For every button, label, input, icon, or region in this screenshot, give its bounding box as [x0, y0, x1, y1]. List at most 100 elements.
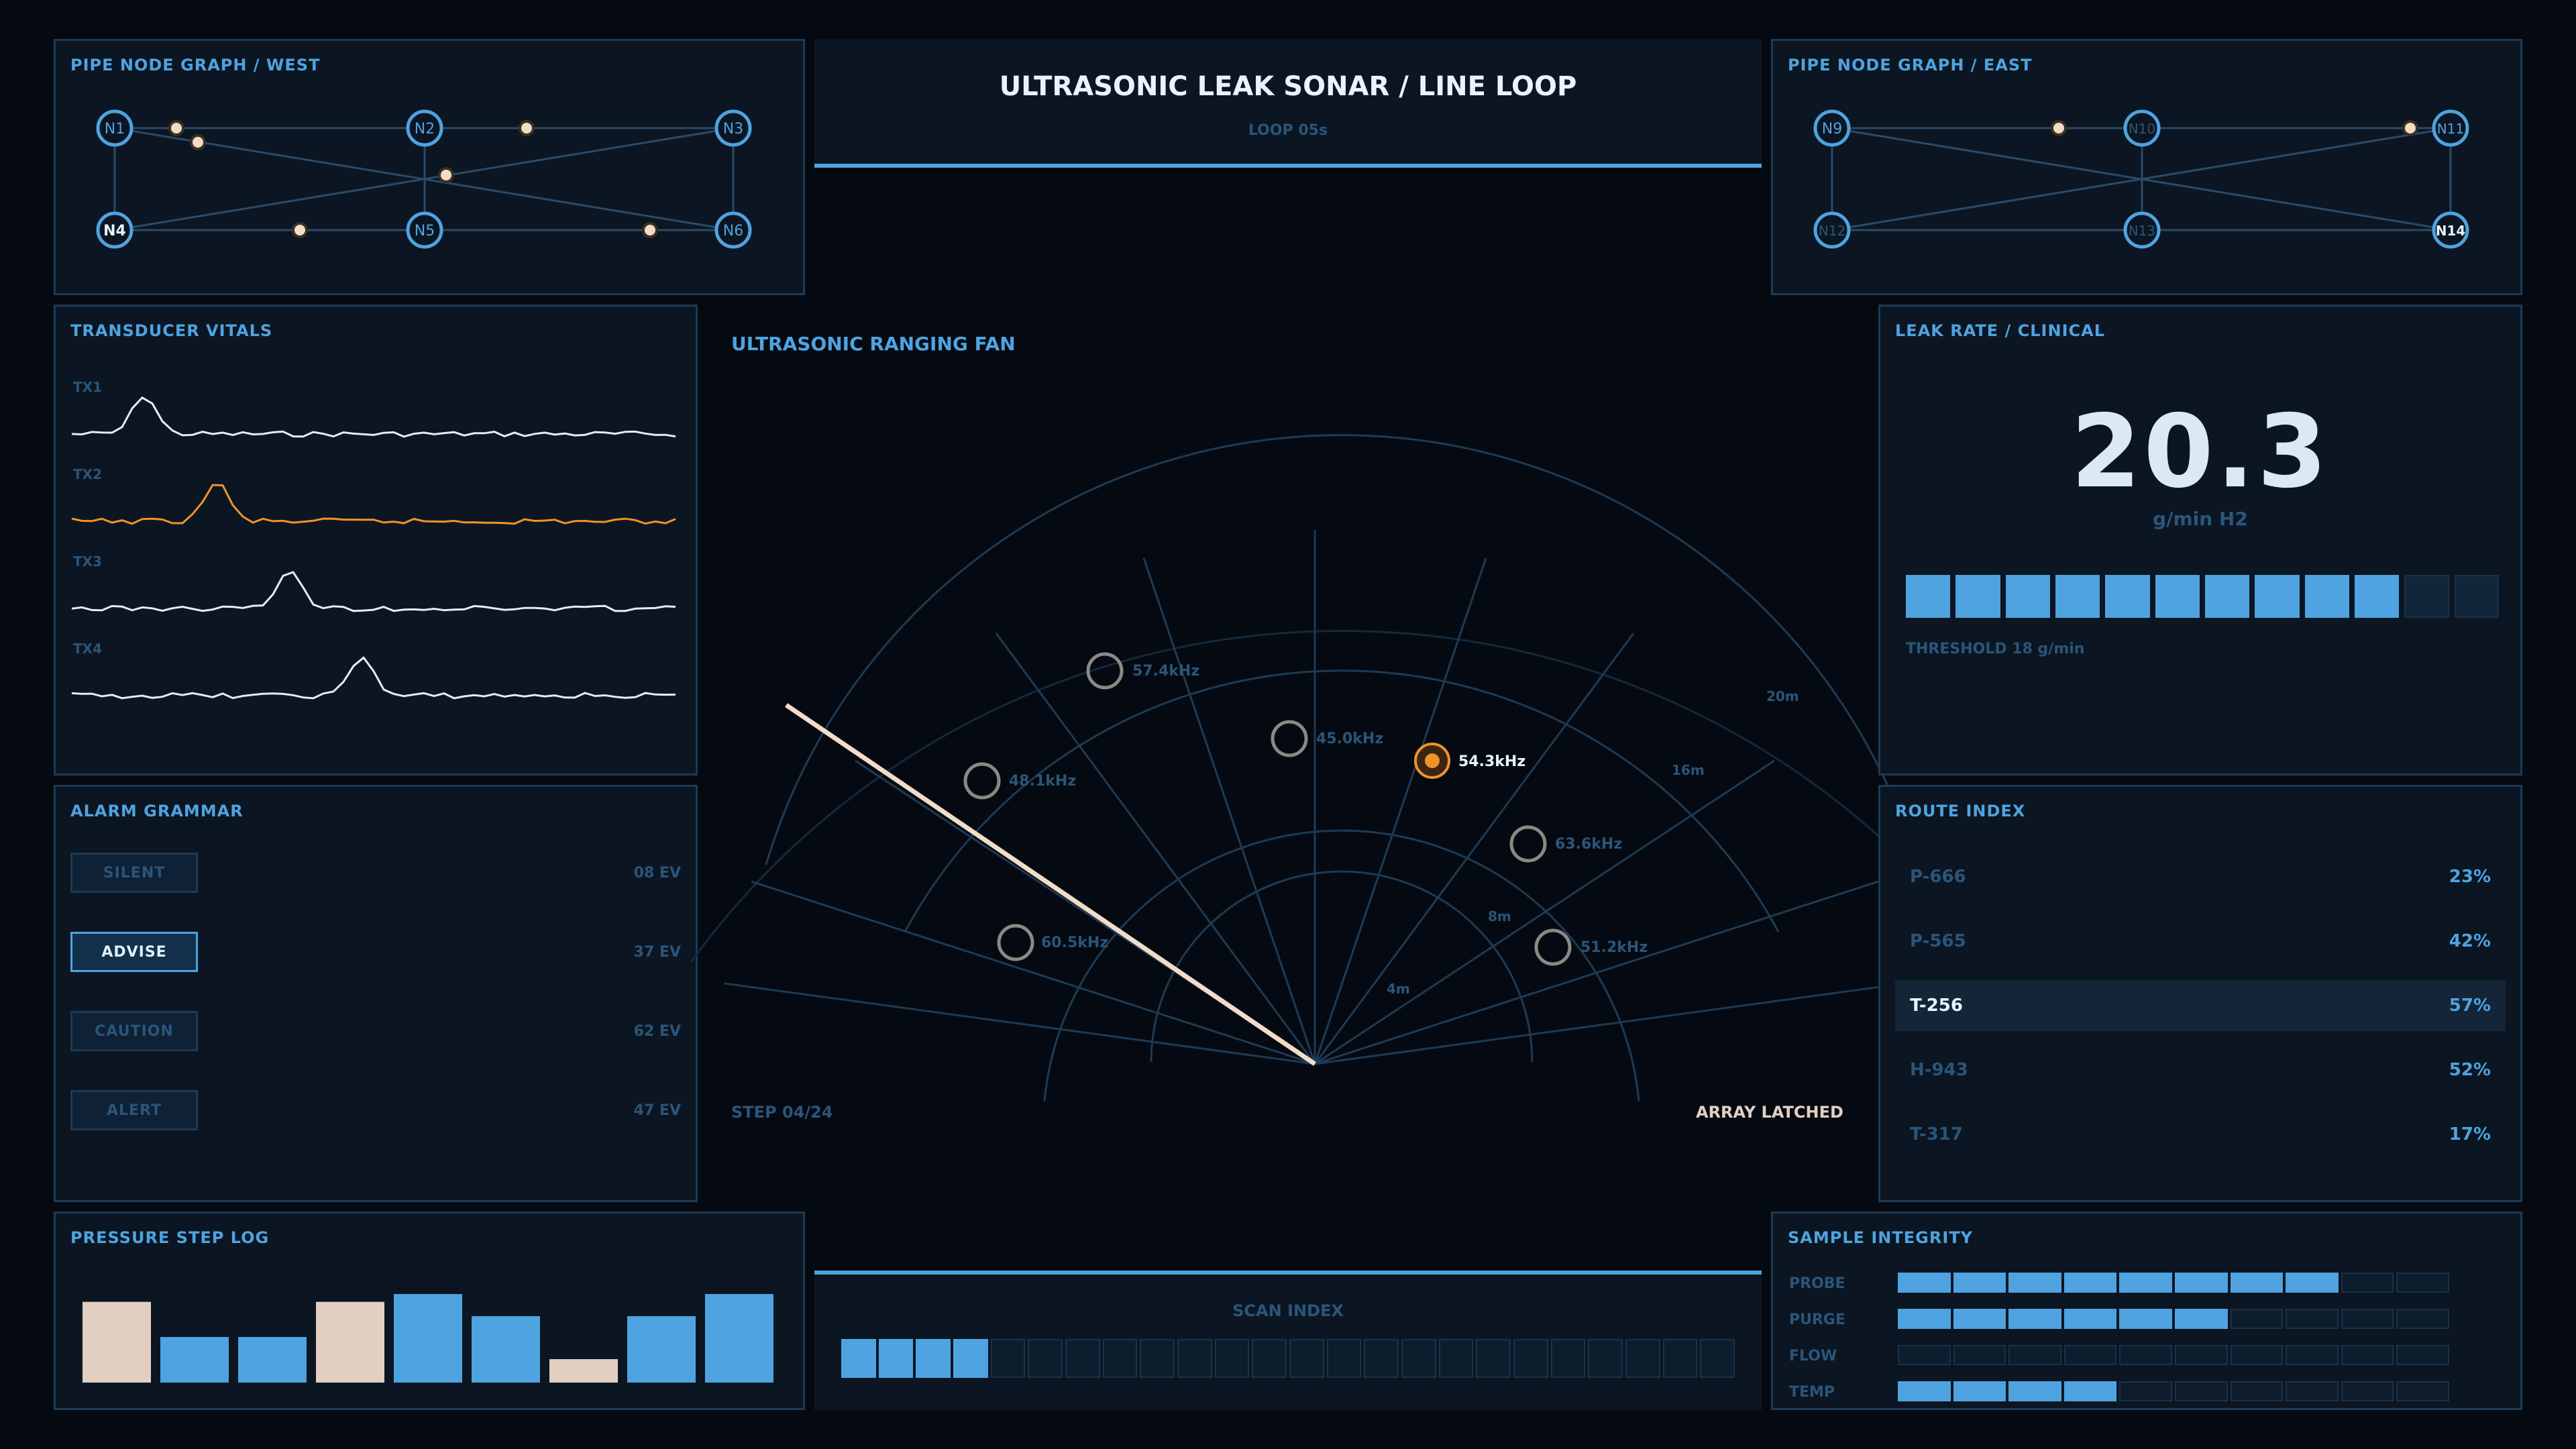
pressure-bar — [160, 1337, 229, 1383]
node-label: N9 — [1822, 121, 1842, 138]
leak-rate-value: 20.3 — [2070, 394, 2330, 511]
leak-level-segment — [1955, 575, 2000, 618]
pressure-bar — [549, 1359, 618, 1383]
node-label: N14 — [2436, 223, 2466, 239]
node-label: N11 — [2437, 121, 2464, 137]
integrity-label-probe: PROBE — [1789, 1275, 1845, 1292]
scan-segment — [1065, 1339, 1100, 1378]
range-4m: 4m — [1387, 981, 1410, 997]
scan-segment — [1700, 1339, 1735, 1378]
scan-segment — [841, 1339, 876, 1378]
leak-level-segment — [2404, 575, 2449, 618]
node-n6[interactable]: N6 — [714, 211, 752, 249]
alarm-alert-button[interactable]: ALERT — [70, 1090, 198, 1130]
pipe-graph-west: N1 N2 N3 N4 N5 N6 — [96, 109, 752, 249]
svg-text:63.6kHz: 63.6kHz — [1555, 836, 1622, 853]
integrity-segment-probe — [2230, 1273, 2284, 1293]
node-n2[interactable]: N2 — [406, 109, 443, 147]
scan-segment — [1252, 1339, 1287, 1378]
integrity-bars — [1898, 1273, 2449, 1407]
integrity-segment-purge — [2063, 1309, 2117, 1329]
node-n12[interactable]: N12 — [1813, 211, 1851, 249]
node-n4[interactable]: N4 — [96, 211, 133, 249]
route-pct: 17% — [2449, 1124, 2491, 1144]
alarm-caution-button[interactable]: CAUTION — [70, 1011, 198, 1051]
node-n3[interactable]: N3 — [714, 109, 752, 147]
svg-text:45.0kHz: 45.0kHz — [1316, 731, 1383, 747]
scan-segment — [1326, 1339, 1362, 1378]
integrity-segment-flow — [2286, 1345, 2339, 1365]
node-n13[interactable]: N13 — [2123, 211, 2161, 249]
svg-text:54.3kHz: 54.3kHz — [1458, 753, 1525, 770]
integrity-segment-temp — [2008, 1381, 2061, 1401]
route-row-p-565[interactable]: P-565 42% — [1895, 916, 2506, 967]
scan-index-bar — [841, 1339, 1735, 1378]
integrity-segment-flow — [2119, 1345, 2172, 1365]
alarm-silent-button[interactable]: SILENT — [70, 853, 198, 893]
integrity-label-purge: PURGE — [1789, 1311, 1846, 1328]
contact-45-0[interactable]: 45.0kHz — [1271, 720, 1383, 757]
scan-segment — [1662, 1339, 1698, 1378]
svg-text:60.5kHz: 60.5kHz — [1041, 934, 1108, 951]
scan-segment — [916, 1339, 951, 1378]
route-code: T-317 — [1910, 1124, 1963, 1144]
contact-54-3-active[interactable]: 54.3kHz — [1414, 743, 1525, 779]
integrity-segment-flow — [2175, 1345, 2228, 1365]
scan-segment — [1214, 1339, 1250, 1378]
contact-57-4[interactable]: 57.4kHz — [1086, 652, 1199, 690]
route-row-t-317[interactable]: T-317 17% — [1895, 1109, 2506, 1160]
route-code: P-565 — [1910, 931, 1966, 951]
scan-segment — [990, 1339, 1026, 1378]
integrity-segment-flow — [2341, 1345, 2394, 1365]
pressure-step-log-panel: PRESSURE STEP LOG — [54, 1212, 805, 1410]
integrity-segment-temp — [2341, 1381, 2394, 1401]
leak-level-segment — [2304, 575, 2349, 618]
scan-segment — [878, 1339, 914, 1378]
scan-segment — [1177, 1339, 1212, 1378]
route-row-p-666[interactable]: P-666 23% — [1895, 851, 2506, 902]
leak-level-segment — [2055, 575, 2100, 618]
leak-level-segment — [2155, 575, 2200, 618]
node-label: N6 — [723, 223, 743, 239]
node-label: N3 — [723, 121, 743, 138]
alarm-silent-count: 08 EV — [633, 865, 681, 881]
node-label: N10 — [2129, 121, 2155, 137]
integrity-label-flow: FLOW — [1789, 1348, 1837, 1364]
svg-text:57.4kHz: 57.4kHz — [1132, 663, 1199, 680]
svg-text:51.2kHz: 51.2kHz — [1580, 939, 1648, 956]
alarm-advise-button[interactable]: ADVISE — [70, 932, 198, 972]
node-n9[interactable]: N9 — [1813, 109, 1851, 147]
pipe-graph-east-panel: PIPE NODE GRAPH / EAST N9 N10 N11 N12 N1… — [1771, 39, 2522, 295]
leak-rate-panel: LEAK RATE / CLINICAL 20.3 g/min H2 THRES… — [1878, 305, 2522, 775]
route-pct: 52% — [2449, 1060, 2491, 1080]
node-n14[interactable]: N14 — [2432, 211, 2469, 249]
node-n1[interactable]: N1 — [96, 109, 133, 147]
integrity-segment-temp — [2230, 1381, 2284, 1401]
header-underline — [814, 164, 1762, 168]
scan-segment — [1401, 1339, 1436, 1378]
route-code: H-943 — [1910, 1060, 1968, 1080]
node-n11[interactable]: N11 — [2432, 109, 2469, 147]
integrity-segment-temp — [2119, 1381, 2172, 1401]
fan-contacts: 57.4kHz 45.0kHz 54.3kHz 48.1kHz 63.6kHz … — [963, 652, 1648, 966]
integrity-segment-probe — [2175, 1273, 2228, 1293]
scan-index-panel: SCAN INDEX — [814, 1271, 1762, 1410]
integrity-segment-flow — [1953, 1345, 2006, 1365]
contact-60-5[interactable]: 60.5kHz — [997, 924, 1108, 961]
contact-48-1[interactable]: 48.1kHz — [963, 762, 1076, 800]
transducer-vitals-panel: TRANSDUCER VITALS TX1 TX2 TX3 TX4 — [54, 305, 698, 775]
route-row-h-943[interactable]: H-943 52% — [1895, 1044, 2506, 1095]
leak-level-segment — [2005, 575, 2050, 618]
node-n5[interactable]: N5 — [406, 211, 443, 249]
leak-rate-unit: g/min H2 — [2153, 508, 2248, 530]
leak-level-segment — [2454, 575, 2499, 618]
node-n10[interactable]: N10 — [2123, 109, 2161, 147]
contact-63-6[interactable]: 63.6kHz — [1509, 825, 1622, 863]
contact-51-2[interactable]: 51.2kHz — [1534, 928, 1648, 966]
scan-segment — [1550, 1339, 1586, 1378]
node-label: N1 — [105, 121, 125, 138]
alarm-advise-count: 37 EV — [633, 944, 681, 961]
sweep-beam — [785, 703, 1316, 1066]
integrity-segment-probe — [2396, 1273, 2449, 1293]
route-row-t-256[interactable]: T-256 57% — [1895, 980, 2506, 1031]
